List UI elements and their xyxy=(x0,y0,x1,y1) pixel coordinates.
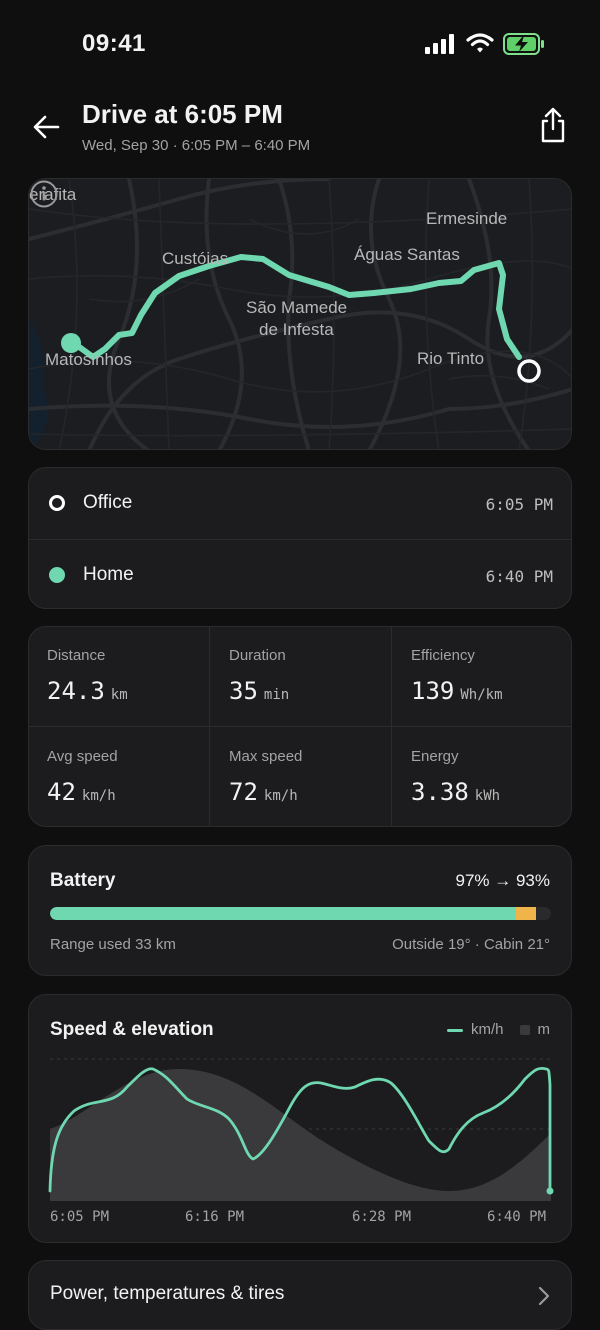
route-map[interactable]: erafita Ermesinde Custóias Águas Santas … xyxy=(28,178,572,450)
power-temperatures-tires-row[interactable]: Power, temperatures & tires xyxy=(28,1260,572,1330)
stat-unit: km/h xyxy=(263,788,298,804)
stat-duration: Duration 35 min xyxy=(211,627,392,727)
battery-card: Battery 97% → 93% Range used 33 km Outsi… xyxy=(28,845,572,976)
stop-time: 6:05 PM xyxy=(485,495,553,514)
temperatures: Outside 19° · Cabin 21° xyxy=(392,936,550,953)
trip-stats: Distance 24.3 km Duration 35 min Efficienc… xyxy=(28,626,572,827)
stat-unit: km/h xyxy=(81,788,116,804)
trip-stops: Office 6:05 PM Home 6:40 PM xyxy=(28,467,572,609)
end-dot-icon xyxy=(49,567,65,583)
stat-label: Avg speed xyxy=(47,748,118,765)
battery-change: 97% → 93% xyxy=(455,871,551,890)
stat-efficiency: Efficiency 139 Wh/km xyxy=(393,627,574,727)
chart-plot xyxy=(48,1058,554,1201)
stat-label: Max speed xyxy=(229,748,303,765)
stat-value: 139 xyxy=(411,677,455,705)
range-used: Range used 33 km xyxy=(50,936,176,953)
stop-start[interactable]: Office 6:05 PM xyxy=(29,468,573,538)
back-arrow-icon[interactable] xyxy=(28,109,64,145)
stat-avg-speed: Avg speed 42 km/h xyxy=(29,728,210,828)
drive-date-range: Wed, Sep 30 · 6:05 PM – 6:40 PM xyxy=(82,137,311,154)
speed-elevation-chart[interactable]: Speed & elevation km/h m 6:05 PM 6:16 PM … xyxy=(28,994,572,1243)
stat-value: 3.38 xyxy=(411,778,469,806)
x-tick-label: 6:05 PM xyxy=(50,1209,110,1225)
cellular-signal-icon xyxy=(425,34,454,54)
map-label: Rio Tinto xyxy=(417,349,485,368)
map-label: Águas Santas xyxy=(354,245,460,264)
stat-energy: Energy 3.38 kWh xyxy=(393,728,574,828)
status-bar: 09:41 xyxy=(0,0,600,90)
x-tick-label: 6:28 PM xyxy=(352,1209,412,1225)
stat-label: Duration xyxy=(229,647,286,664)
stat-value: 24.3 xyxy=(47,677,105,705)
stat-label: Distance xyxy=(47,647,106,664)
drive-header: Drive at 6:05 PM Wed, Sep 30 · 6:05 PM –… xyxy=(0,95,600,165)
stat-value: 42 xyxy=(47,778,76,806)
stat-label: Efficiency xyxy=(411,647,475,664)
share-icon[interactable] xyxy=(534,105,572,145)
battery-remaining-fill xyxy=(50,907,516,920)
map-label: Ermesinde xyxy=(426,209,508,228)
stat-value: 35 xyxy=(229,677,258,705)
battery-title: Battery xyxy=(50,870,116,891)
stop-name: Office xyxy=(83,492,133,513)
stat-label: Energy xyxy=(411,748,459,765)
info-icon[interactable] xyxy=(29,179,59,209)
map-label: de Infesta xyxy=(259,320,334,339)
stat-unit: kWh xyxy=(474,788,501,804)
map-label: São Mamede xyxy=(246,298,348,317)
start-dot-icon xyxy=(49,495,65,511)
stat-distance: Distance 24.3 km xyxy=(29,627,210,727)
stat-unit: km xyxy=(110,687,128,703)
map-label: Matosinhos xyxy=(45,350,132,369)
stat-unit: Wh/km xyxy=(460,687,503,703)
stat-value: 72 xyxy=(229,778,258,806)
stop-name: Home xyxy=(83,564,134,585)
stop-time: 6:40 PM xyxy=(485,567,553,586)
stat-max-speed: Max speed 72 km/h xyxy=(211,728,392,828)
x-tick-label: 6:16 PM xyxy=(185,1209,245,1225)
battery-charging-icon xyxy=(503,33,544,55)
wifi-icon xyxy=(466,33,494,53)
map-label: Custóias xyxy=(162,249,229,268)
battery-used-fill xyxy=(515,907,536,920)
status-time: 09:41 xyxy=(82,30,146,57)
page-title: Drive at 6:05 PM xyxy=(82,99,283,129)
x-tick-label: 6:40 PM xyxy=(487,1209,547,1225)
speed-end-point xyxy=(546,1187,554,1195)
row-label: Power, temperatures & tires xyxy=(50,1283,285,1304)
battery-level-bar xyxy=(50,907,551,920)
stat-unit: min xyxy=(263,687,290,703)
stop-end[interactable]: Home 6:40 PM xyxy=(29,540,573,610)
